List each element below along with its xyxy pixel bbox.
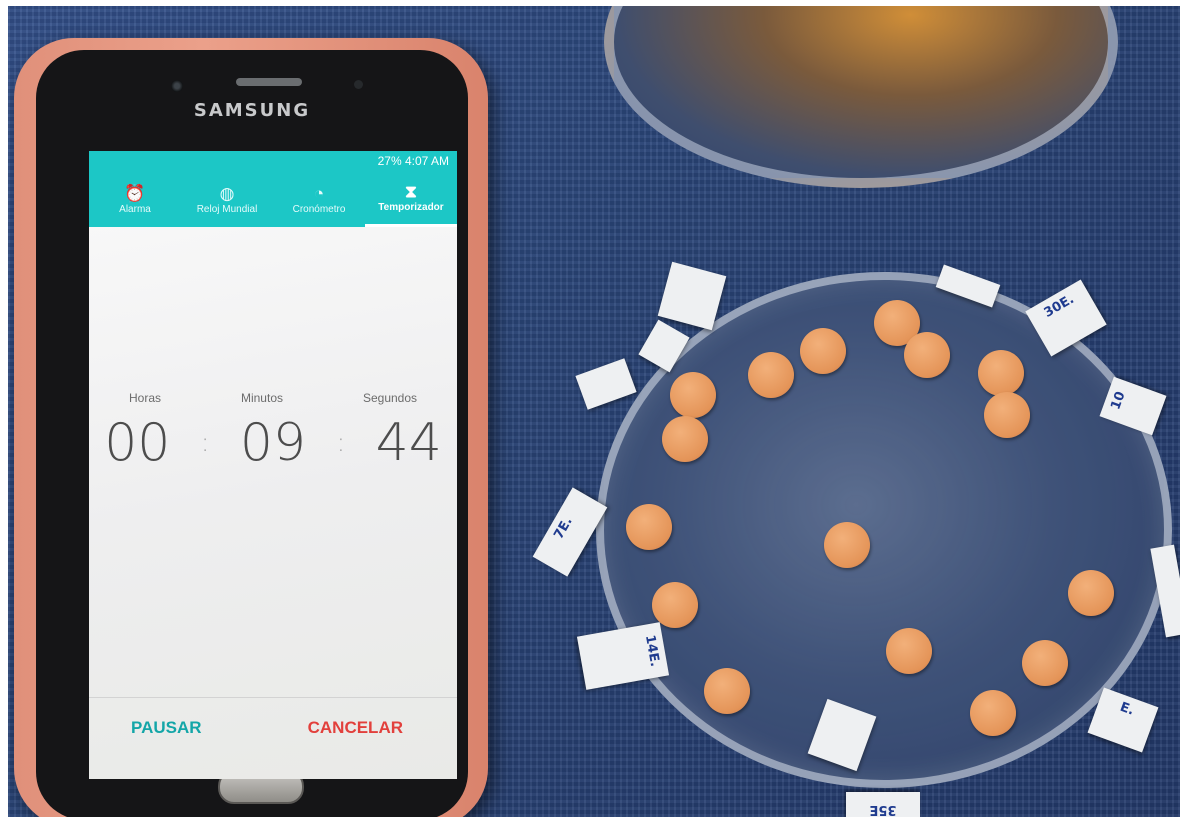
sample-disc bbox=[800, 328, 846, 374]
phone-brand-logo: SAMSUNG bbox=[193, 100, 311, 121]
cancel-button[interactable]: CANCELAR bbox=[302, 717, 409, 739]
alarm-icon: ⏰ bbox=[124, 183, 146, 203]
sample-disc bbox=[970, 690, 1016, 736]
tab-label: Temporizador bbox=[378, 202, 444, 213]
seconds-label: Segundos bbox=[362, 391, 418, 405]
pause-button[interactable]: PAUSAR bbox=[125, 717, 208, 739]
sample-disc bbox=[626, 504, 672, 550]
sample-disc bbox=[748, 352, 794, 398]
sample-disc bbox=[662, 416, 708, 462]
hours-label: Horas bbox=[128, 391, 161, 405]
dish-label-tag bbox=[575, 358, 637, 410]
minutes-value: 09 bbox=[239, 413, 307, 473]
tab-cronometro[interactable]: ◔ Cronómetro bbox=[273, 171, 365, 227]
world-clock-icon: ◍ bbox=[219, 183, 235, 203]
sample-disc bbox=[704, 668, 750, 714]
sample-disc bbox=[904, 332, 950, 378]
time-separator: : bbox=[336, 428, 346, 458]
tab-reloj-mundial[interactable]: ◍ Reloj Mundial bbox=[181, 171, 273, 227]
phone-screen: 27% 4:07 AM ⏰ Alarma ◍ Reloj Mundial ◔ C… bbox=[89, 151, 457, 779]
phone-case: SAMSUNG 27% 4:07 AM ⏰ Alarma ◍ Reloj Mun… bbox=[14, 38, 488, 817]
sample-disc bbox=[984, 392, 1030, 438]
stopwatch-icon: ◔ bbox=[313, 183, 325, 203]
sample-disc bbox=[1022, 640, 1068, 686]
hourglass-icon: ⧗ bbox=[405, 182, 417, 201]
hours-value: 00 bbox=[104, 413, 171, 473]
time-separator: : bbox=[200, 428, 210, 458]
sample-disc bbox=[824, 522, 870, 568]
sample-disc bbox=[886, 628, 932, 674]
photo-scene: 7E. 14E. 30E. 10 35E E. SAMSUNG 27% 4:07… bbox=[8, 6, 1180, 817]
earpiece-speaker bbox=[236, 78, 302, 86]
seconds-value: 44 bbox=[375, 413, 442, 473]
clock-tab-bar: ⏰ Alarma ◍ Reloj Mundial ◔ Cronómetro ⧗ … bbox=[89, 171, 457, 227]
petri-dish-top bbox=[604, 6, 1118, 188]
sample-disc bbox=[978, 350, 1024, 396]
tab-alarma[interactable]: ⏰ Alarma bbox=[89, 171, 181, 227]
tab-label: Alarma bbox=[119, 203, 151, 215]
minutes-label: Minutos bbox=[240, 391, 283, 405]
timer-unit-labels: Horas Minutos Segundos bbox=[89, 391, 457, 405]
dish-label-tag: 35E bbox=[846, 792, 920, 817]
sample-disc bbox=[1068, 570, 1114, 616]
tab-label: Cronómetro bbox=[292, 203, 346, 215]
tab-label: Reloj Mundial bbox=[196, 203, 258, 215]
status-text: 27% 4:07 AM bbox=[377, 154, 449, 168]
tab-temporizador[interactable]: ⧗ Temporizador bbox=[365, 171, 457, 227]
status-bar: 27% 4:07 AM bbox=[89, 151, 457, 171]
front-camera-icon bbox=[171, 80, 183, 92]
button-divider bbox=[89, 697, 457, 698]
sample-disc bbox=[670, 372, 716, 418]
proximity-sensor bbox=[354, 80, 363, 89]
timer-display: 00 : 09 : 44 bbox=[89, 413, 457, 473]
